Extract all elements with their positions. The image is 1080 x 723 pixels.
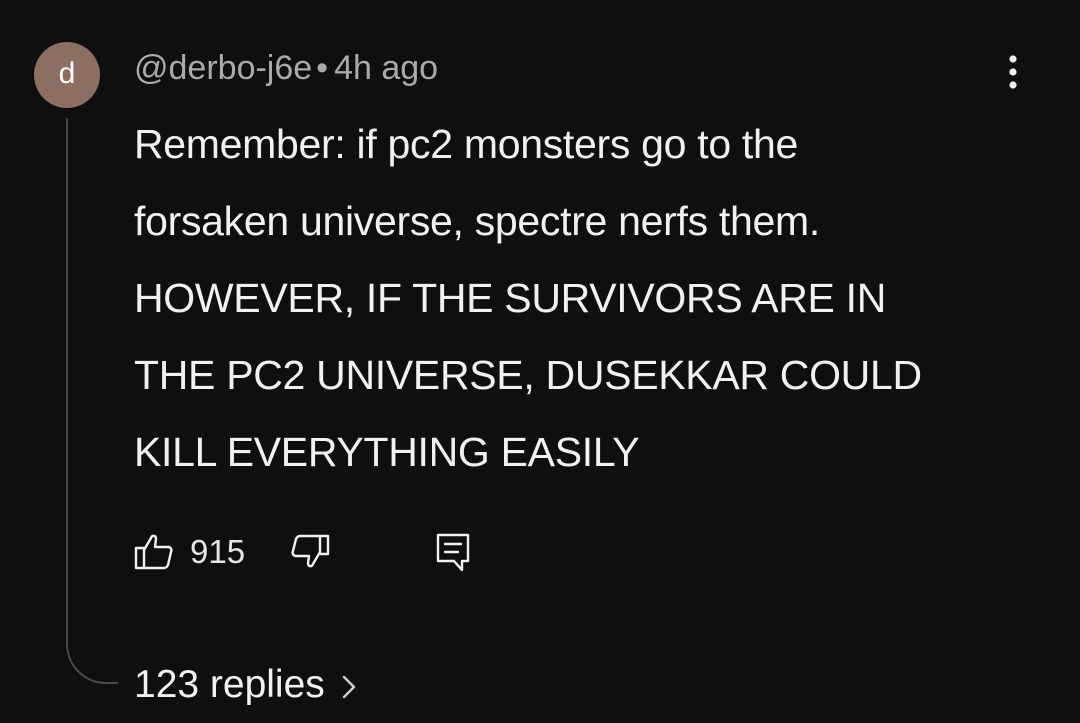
comment-line: HOWEVER, IF THE SURVIVORS ARE IN	[134, 275, 887, 321]
separator-dot: •	[316, 49, 329, 87]
comment-header: @derbo-j6e • 4h ago	[134, 46, 438, 90]
chevron-right-icon	[341, 673, 357, 701]
comment-reply-icon[interactable]	[434, 530, 474, 574]
comment-thread: d @derbo-j6e • 4h ago Remember: if pc2 mon…	[0, 0, 1080, 723]
comment-timestamp[interactable]: 4h ago	[334, 49, 438, 87]
comment-line: THE PC2 UNIVERSE, DUSEKKAR COULD	[134, 352, 922, 398]
avatar-letter: d	[58, 57, 76, 90]
thumbs-up-icon[interactable]	[134, 530, 174, 574]
author-handle[interactable]: @derbo-j6e	[134, 49, 312, 87]
avatar[interactable]: d	[34, 42, 100, 108]
thread-connector-line	[66, 118, 118, 684]
view-replies-button[interactable]: 123 replies	[134, 660, 357, 710]
comment-line: KILL EVERYTHING EASILY	[134, 429, 640, 475]
thumbs-down-icon[interactable]	[290, 530, 330, 574]
comment-line: Remember: if pc2 monsters go to the	[134, 121, 799, 167]
comment-line: forsaken universe, spectre nerfs them.	[134, 198, 820, 244]
replies-count-label: 123 replies	[134, 663, 325, 706]
comment-body: Remember: if pc2 monsters go to the fors…	[134, 106, 1034, 491]
more-vertical-icon[interactable]	[994, 50, 1032, 94]
like-count: 915	[190, 533, 246, 570]
